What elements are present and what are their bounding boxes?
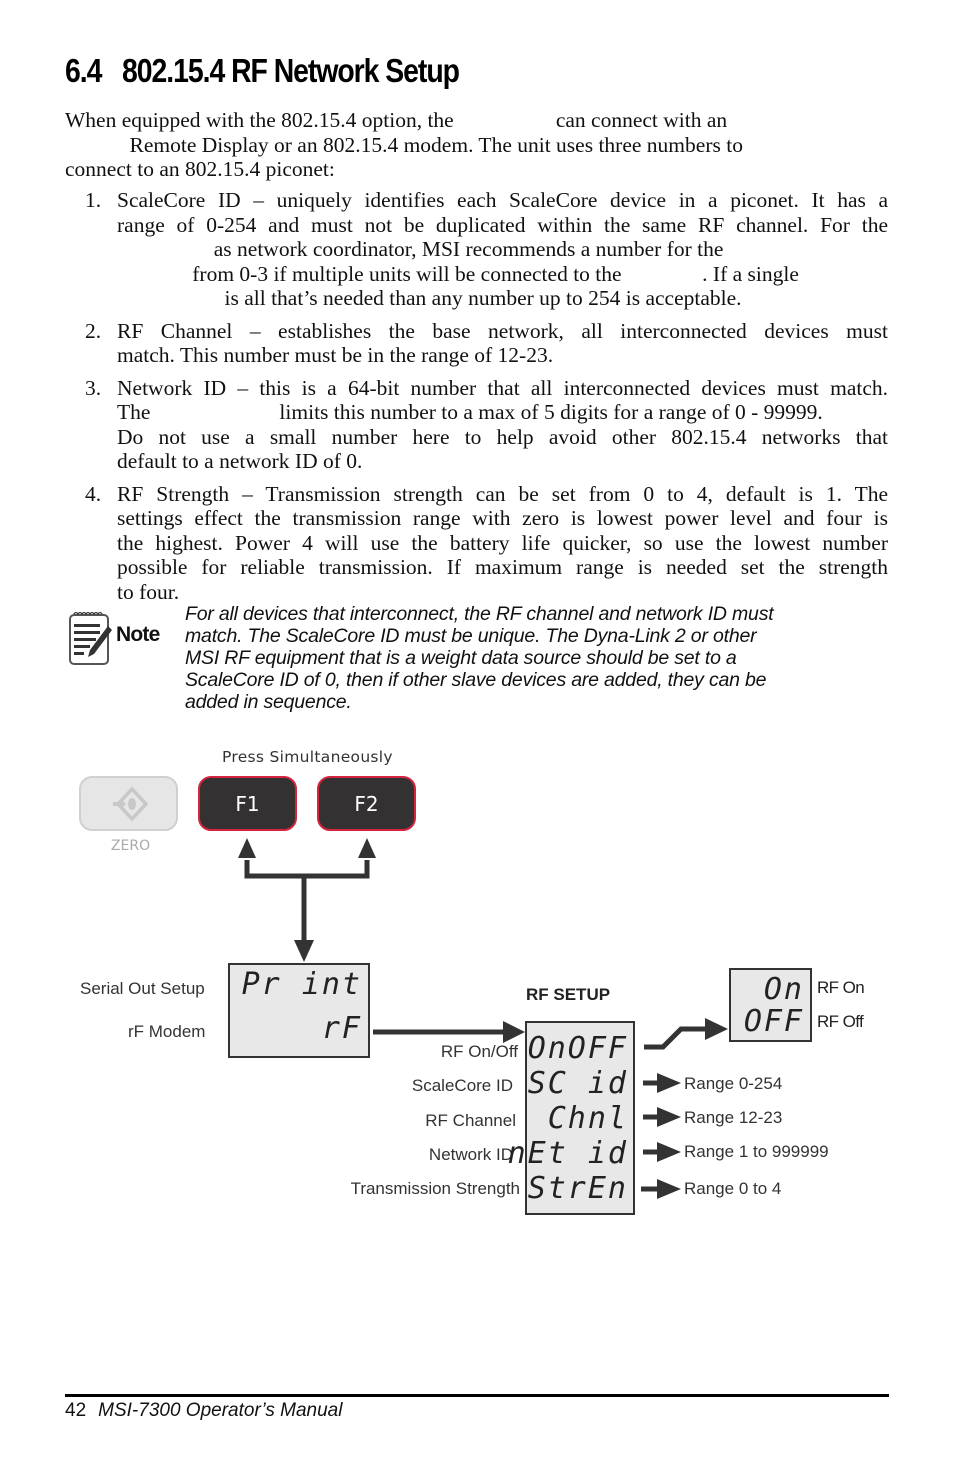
range-scalecore-id: Range 0-254 xyxy=(684,1074,783,1093)
f1-key[interactable]: F1 xyxy=(198,776,297,831)
arrowhead-right xyxy=(503,1021,525,1043)
arrowhead-range xyxy=(657,1107,681,1127)
lcd-segment-rf: rF xyxy=(321,1011,362,1046)
rf-modem-label: rF Modem xyxy=(128,1022,206,1041)
onoff-lcd-display: On OFF xyxy=(729,968,812,1042)
transmission-strength-label: Transmission Strength xyxy=(350,1179,520,1198)
bracket-connector xyxy=(244,860,370,879)
serial-out-setup-label: Serial Out Setup xyxy=(80,979,205,998)
zero-arrow-diamond-icon xyxy=(113,787,148,821)
f2-key-label: F2 xyxy=(354,792,379,816)
f1-key-label: F1 xyxy=(235,792,260,816)
arrowhead-range xyxy=(657,1073,681,1093)
arrowhead-range xyxy=(657,1142,681,1162)
rf-on-label: RF On xyxy=(817,978,865,997)
page-footer: 42 MSI-7300 Operator’s Manual xyxy=(65,1400,342,1422)
menu-flow-diagram xyxy=(238,838,728,1199)
rf-off-label: RF Off xyxy=(817,1012,864,1031)
lcd-segment-stren: StrEn xyxy=(527,1171,628,1206)
arrowhead-up-f2 xyxy=(358,838,376,858)
press-simultaneously-label: Press Simultaneously xyxy=(222,748,393,766)
f2-key[interactable]: F2 xyxy=(317,776,416,831)
rf-onoff-label: RF On/Off xyxy=(440,1042,518,1061)
arrowhead-onoff xyxy=(705,1018,728,1040)
lcd-segment-scid: SC id xyxy=(527,1066,628,1101)
lcd-segment-print: Pr int xyxy=(241,967,362,1002)
rf-setup-lcd-display: OnOFF SC id Chnl nEt id StrEn xyxy=(508,1021,635,1215)
rf-setup-title: RF SETUP xyxy=(526,985,611,1004)
manual-title: MSI-7300 Operator’s Manual xyxy=(98,1400,343,1421)
main-lcd-display: Pr int rF xyxy=(228,963,370,1058)
page-number: 42 xyxy=(65,1400,87,1421)
zero-key-caption: ZERO xyxy=(110,838,151,854)
lcd-segment-onoff: OnOFF xyxy=(527,1031,628,1066)
range-rf-channel: Range 12-23 xyxy=(684,1108,783,1127)
lcd-segment-on: On xyxy=(763,972,804,1007)
lcd-segment-netid: nEt id xyxy=(507,1136,628,1171)
range-strength: Range 0 to 4 xyxy=(684,1179,782,1198)
range-network-id: Range 1 to 999999 xyxy=(684,1142,829,1161)
scalecore-id-label: ScaleCore ID xyxy=(411,1076,513,1095)
arrowhead-range xyxy=(657,1179,681,1199)
lcd-segment-off: OFF xyxy=(743,1004,804,1039)
connector-onoff xyxy=(644,1026,710,1050)
zero-key[interactable] xyxy=(79,776,178,831)
arrowhead-down xyxy=(294,940,314,962)
arrowhead-up-f1 xyxy=(238,838,256,858)
network-id-label: Network ID xyxy=(428,1145,513,1164)
footer-rule xyxy=(65,1394,889,1397)
rf-channel-label: RF Channel xyxy=(425,1111,516,1130)
lcd-segment-chnl: Chnl xyxy=(547,1101,628,1136)
